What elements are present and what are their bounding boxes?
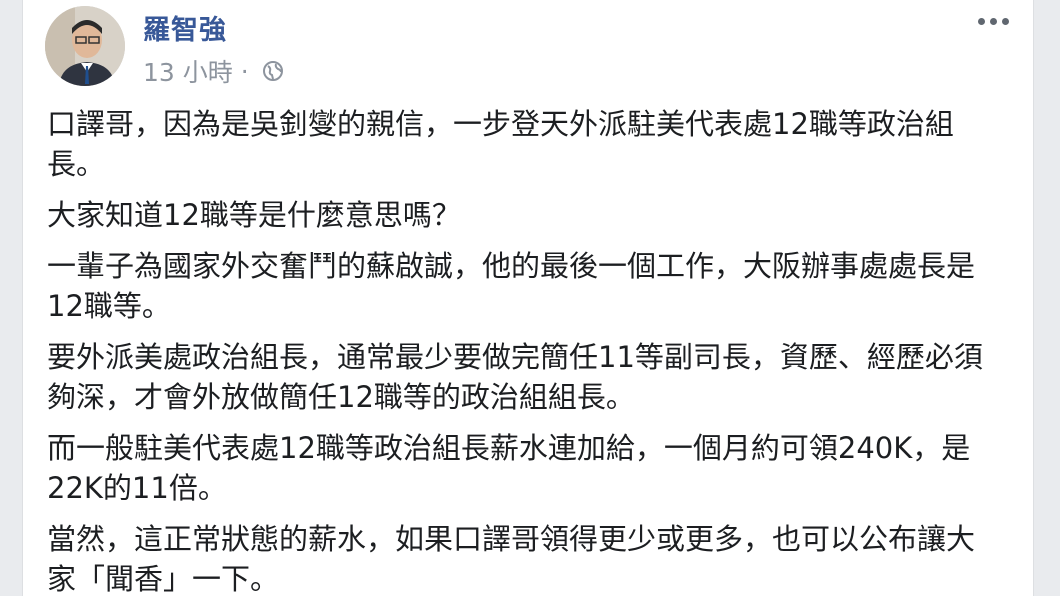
post-meta: 13 小時 · [143, 53, 285, 89]
post-paragraph: 而一般駐美代表處12職等政治組長薪水連加給，一個月約可領240K，是22K的11… [47, 431, 971, 505]
post-paragraph: 要外派美處政治組長，通常最少要做完簡任11等副司長，資歷、經歷必須夠深，才會外放… [47, 340, 983, 414]
more-dot [978, 18, 985, 25]
post-paragraph: 大家知道12職等是什麼意思嗎？ [47, 198, 461, 232]
post-card: 羅智強 13 小時 · 口譯哥，因為是吳釗燮的親信，一步登天外派駐美代表處12職… [22, 0, 1034, 596]
more-options-icon[interactable] [978, 18, 1009, 25]
meta-separator: · [240, 56, 249, 86]
more-dot [1002, 18, 1009, 25]
post-paragraph: 當然，這正常狀態的薪水，如果口譯哥領得更少或更多，也可以公布讓大家「聞香」一下。 [47, 522, 976, 596]
author-avatar[interactable] [45, 6, 125, 86]
post-paragraph: 口譯哥，因為是吳釗燮的親信，一步登天外派駐美代表處12職等政治組長。 [47, 107, 954, 181]
author-name[interactable]: 羅智強 [143, 8, 227, 47]
globe-icon[interactable] [261, 59, 285, 83]
post-paragraph: 一輩子為國家外交奮鬥的蘇啟誠，他的最後一個工作，大阪辦事處處長是12職等。 [47, 249, 976, 323]
more-dot [990, 18, 997, 25]
post-body: 口譯哥，因為是吳釗燮的親信，一步登天外派駐美代表處12職等政治組長。 大家知道1… [47, 104, 1003, 596]
post-timestamp[interactable]: 13 小時 [143, 53, 233, 89]
